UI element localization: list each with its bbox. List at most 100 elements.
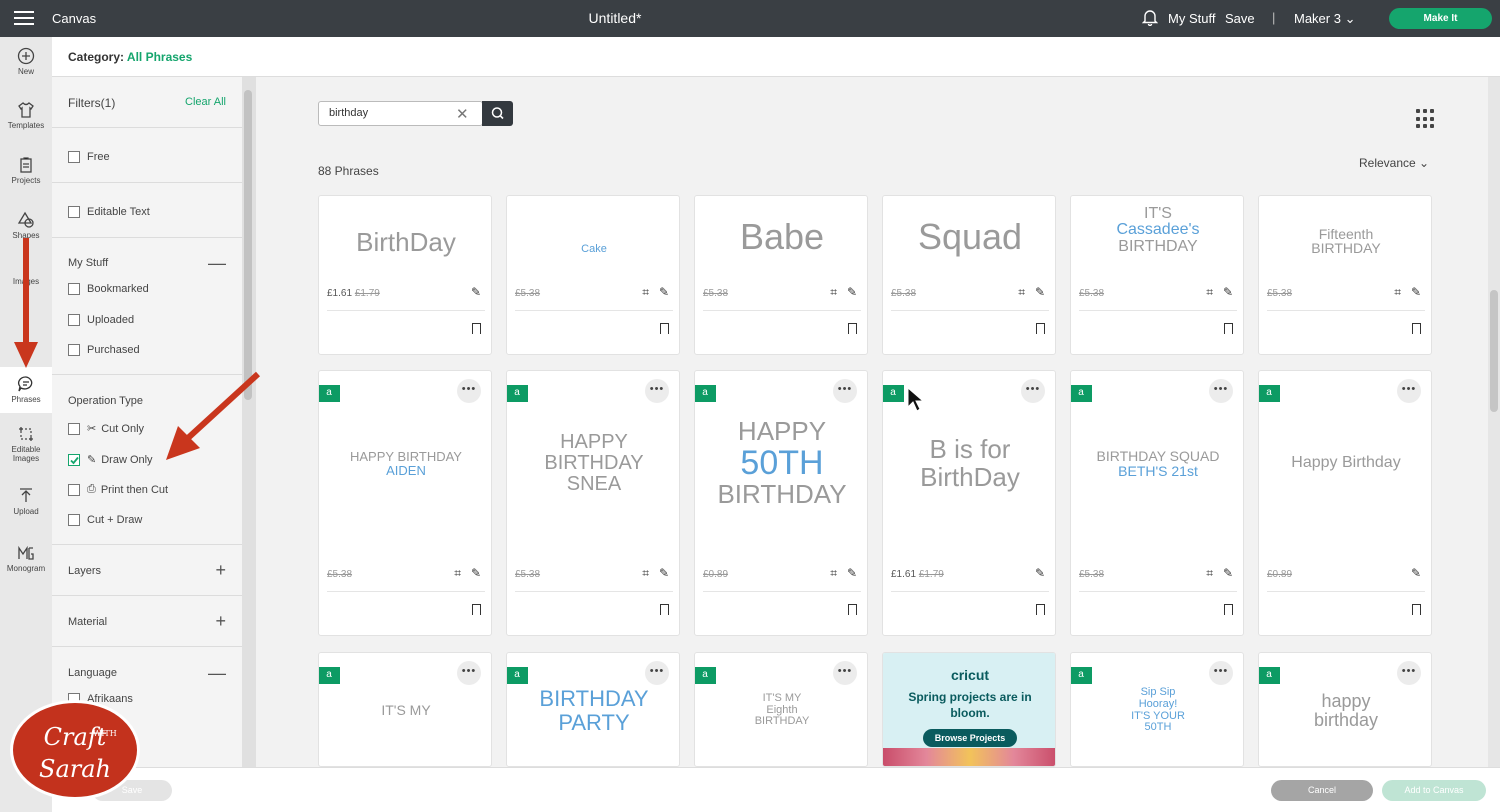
phrase-card[interactable]: Squad £5.38 ⌗ ✎ xyxy=(882,195,1056,355)
checkbox[interactable] xyxy=(68,422,80,435)
grid-view-icon[interactable] xyxy=(1416,109,1436,129)
attach-icon[interactable]: ⌗ xyxy=(830,566,837,581)
nav-upload[interactable]: Upload xyxy=(0,487,52,516)
make-it-button[interactable]: Make It xyxy=(1389,8,1492,29)
edit-icon[interactable]: ✎ xyxy=(1035,285,1045,299)
bookmark-icon[interactable] xyxy=(1412,323,1421,334)
attach-icon[interactable]: ⌗ xyxy=(1206,285,1213,300)
phrase-card[interactable]: Sip Sip Hooray! IT'S YOUR 50TH a ••• xyxy=(1070,652,1244,767)
more-options-button[interactable]: ••• xyxy=(1209,661,1233,685)
attach-icon[interactable]: ⌗ xyxy=(642,285,649,300)
filter-editable-text[interactable]: Editable Text xyxy=(68,206,150,218)
filters-scroll-thumb[interactable] xyxy=(244,90,252,400)
filter-purchased[interactable]: Purchased xyxy=(68,344,140,356)
filter-bookmarked[interactable]: Bookmarked xyxy=(68,283,149,295)
more-options-button[interactable]: ••• xyxy=(457,661,481,685)
more-options-button[interactable]: ••• xyxy=(1021,379,1045,403)
phrase-card[interactable]: Babe £5.38 ⌗ ✎ xyxy=(694,195,868,355)
filter-draw-only[interactable]: ✎ Draw Only xyxy=(68,453,153,466)
phrase-card[interactable]: IT'S MY Eighth BIRTHDAY a ••• xyxy=(694,652,868,767)
bookmark-icon[interactable] xyxy=(1036,323,1045,334)
bookmark-icon[interactable] xyxy=(1036,604,1045,615)
phrase-card[interactable]: Fifteenth BIRTHDAY £5.38 ⌗ ✎ xyxy=(1258,195,1432,355)
cancel-button[interactable]: Cancel xyxy=(1271,780,1373,801)
checkbox[interactable] xyxy=(68,344,80,356)
bookmark-icon[interactable] xyxy=(660,323,669,334)
attach-icon[interactable]: ⌗ xyxy=(1394,285,1401,300)
edit-icon[interactable]: ✎ xyxy=(471,285,481,299)
phrase-card[interactable]: HAPPY BIRTHDAY AIDEN £5.38 ⌗ ✎ a ••• xyxy=(318,370,492,636)
filter-print-then-cut[interactable]: ⎙ Print then Cut xyxy=(68,483,168,496)
more-options-button[interactable]: ••• xyxy=(833,379,857,403)
attach-icon[interactable]: ⌗ xyxy=(454,566,461,581)
edit-icon[interactable]: ✎ xyxy=(1223,566,1233,580)
attach-icon[interactable]: ⌗ xyxy=(1206,566,1213,581)
attach-icon[interactable]: ⌗ xyxy=(1018,285,1025,300)
filter-cut-only[interactable]: ✂ Cut Only xyxy=(68,422,144,435)
phrase-card[interactable]: BIRTHDAY SQUAD BETH'S 21st £5.38 ⌗ ✎ a ••• xyxy=(1070,370,1244,636)
filter-cut-draw[interactable]: Cut + Draw xyxy=(68,514,142,526)
edit-icon[interactable]: ✎ xyxy=(659,285,669,299)
phrase-card[interactable]: HAPPY BIRTHDAY SNEA £5.38 ⌗ ✎ a ••• xyxy=(506,370,680,636)
phrase-preview[interactable]: Babe xyxy=(695,196,867,274)
collapse-icon[interactable]: — xyxy=(208,664,226,682)
promo-card[interactable]: cricut Spring projects are in bloom. Brows… xyxy=(882,652,1056,767)
checkbox[interactable] xyxy=(68,151,80,163)
nav-monogram[interactable]: Monogram xyxy=(0,544,52,573)
checkbox-checked[interactable] xyxy=(68,453,80,466)
checkbox[interactable] xyxy=(68,283,80,295)
machine-selector[interactable]: Maker 3 ⌄ xyxy=(1294,11,1356,27)
attach-icon[interactable]: ⌗ xyxy=(830,285,837,300)
phrase-card[interactable]: HAPPY 50TH BIRTHDAY £0.89 ⌗ ✎ a ••• xyxy=(694,370,868,636)
bookmark-icon[interactable] xyxy=(472,323,481,334)
category-value[interactable]: All Phrases xyxy=(127,50,192,64)
edit-icon[interactable]: ✎ xyxy=(1223,285,1233,299)
sort-dropdown[interactable]: Relevance ⌄ xyxy=(1359,156,1429,170)
checkbox[interactable] xyxy=(68,206,80,218)
more-options-button[interactable]: ••• xyxy=(457,379,481,403)
edit-icon[interactable]: ✎ xyxy=(659,566,669,580)
nav-new[interactable]: New xyxy=(0,47,52,76)
more-options-button[interactable]: ••• xyxy=(1397,379,1421,403)
more-options-button[interactable]: ••• xyxy=(645,379,669,403)
browse-projects-button[interactable]: Browse Projects xyxy=(923,729,1017,747)
phrase-preview[interactable]: Cake xyxy=(507,196,679,274)
more-options-button[interactable]: ••• xyxy=(645,661,669,685)
expand-icon[interactable]: + xyxy=(215,612,226,630)
checkbox[interactable] xyxy=(68,314,80,326)
phrase-card[interactable]: BirthDay £1.61 £1.79 ✎ xyxy=(318,195,492,355)
edit-icon[interactable]: ✎ xyxy=(471,566,481,580)
results-scroll-thumb[interactable] xyxy=(1490,290,1498,412)
bookmark-icon[interactable] xyxy=(848,323,857,334)
edit-icon[interactable]: ✎ xyxy=(847,566,857,580)
filter-uploaded[interactable]: Uploaded xyxy=(68,314,134,326)
expand-icon[interactable]: + xyxy=(215,561,226,579)
save-link[interactable]: Save xyxy=(1225,11,1255,26)
edit-icon[interactable]: ✎ xyxy=(1411,285,1421,299)
attach-icon[interactable]: ⌗ xyxy=(642,566,649,581)
bell-icon[interactable] xyxy=(1141,9,1159,31)
bookmark-icon[interactable] xyxy=(660,604,669,615)
checkbox[interactable] xyxy=(68,514,80,526)
phrase-card[interactable]: IT'S Cassadee's BIRTHDAY £5.38 ⌗ ✎ xyxy=(1070,195,1244,355)
bookmark-icon[interactable] xyxy=(848,604,857,615)
phrase-card[interactable]: Happy Birthday £0.89 ✎ a ••• xyxy=(1258,370,1432,636)
bookmark-icon[interactable] xyxy=(1224,323,1233,334)
nav-templates[interactable]: Templates xyxy=(0,101,52,130)
edit-icon[interactable]: ✎ xyxy=(1411,566,1421,580)
nav-projects[interactable]: Projects xyxy=(0,156,52,185)
phrase-preview[interactable]: Squad xyxy=(883,196,1055,274)
collapse-icon[interactable]: — xyxy=(208,254,226,272)
bookmark-icon[interactable] xyxy=(472,604,481,615)
phrase-preview[interactable]: IT'S Cassadee's BIRTHDAY xyxy=(1071,196,1243,274)
phrase-preview[interactable]: Fifteenth BIRTHDAY xyxy=(1259,196,1431,274)
edit-icon[interactable]: ✎ xyxy=(847,285,857,299)
phrase-card[interactable]: happy birthday a ••• xyxy=(1258,652,1432,767)
filter-free[interactable]: Free xyxy=(68,151,110,163)
bookmark-icon[interactable] xyxy=(1224,604,1233,615)
phrase-card[interactable]: IT'S MY a ••• xyxy=(318,652,492,767)
my-stuff-link[interactable]: My Stuff xyxy=(1168,11,1215,26)
search-button[interactable] xyxy=(482,101,513,126)
more-options-button[interactable]: ••• xyxy=(1397,661,1421,685)
clear-all-link[interactable]: Clear All xyxy=(185,96,226,108)
